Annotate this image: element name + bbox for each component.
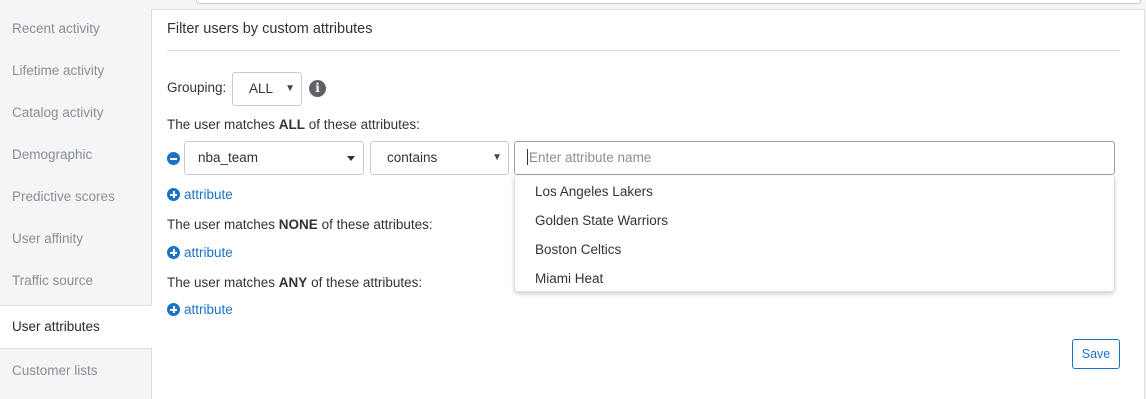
none-section-suffix: of these attributes: [317,217,433,232]
top-search-input-edge[interactable] [196,0,1141,4]
remove-condition-icon[interactable] [167,152,180,165]
sidebar-item-catalog-activity[interactable]: Catalog activity [0,92,152,134]
attribute-select[interactable]: nba_team [184,141,364,175]
sidebar-item-customer-lists[interactable]: Customer lists [0,350,152,392]
text-cursor [527,149,528,165]
sidebar-item-user-attributes[interactable]: User attributes [0,305,152,349]
caret-down-icon [347,156,355,161]
none-section-keyword: NONE [278,217,318,232]
info-icon[interactable]: i [309,80,326,97]
suggestion-item[interactable]: Boston Celtics [515,235,1114,264]
any-section-heading: The user matches ANY of these attributes… [167,275,422,290]
add-none-attribute-link[interactable]: attribute [167,245,233,260]
any-section-prefix: The user matches [167,275,279,290]
all-section-suffix: of these attributes: [305,117,420,132]
sidebar-item-predictive-scores[interactable]: Predictive scores [0,176,152,218]
add-attribute-label: attribute [184,187,233,202]
attribute-value-placeholder: Enter attribute name [529,150,652,165]
all-section-prefix: The user matches [167,117,279,132]
chevron-down-icon: ▼ [492,152,502,163]
plus-circle-icon [167,246,180,259]
panel-title: Filter users by custom attributes [167,21,373,37]
suggestion-item[interactable]: Miami Heat [515,264,1114,293]
suggestion-item[interactable]: Golden State Warriors [515,206,1114,235]
add-any-attribute-link[interactable]: attribute [167,302,233,317]
add-attribute-label: attribute [184,302,233,317]
save-button[interactable]: Save [1072,339,1120,369]
sidebar-item-traffic-source[interactable]: Traffic source [0,260,152,302]
sidebar-item-demographic[interactable]: Demographic [0,134,152,176]
none-section-prefix: The user matches [167,217,279,232]
plus-circle-icon [167,188,180,201]
any-section-keyword: ANY [278,275,308,290]
add-attribute-label: attribute [184,245,233,260]
add-all-attribute-link[interactable]: attribute [167,187,233,202]
sidebar: Recent activity Lifetime activity Catalo… [0,8,152,395]
operator-select-value: contains [387,150,438,165]
sidebar-item-lifetime-activity[interactable]: Lifetime activity [0,50,152,92]
grouping-select[interactable]: ALL ▼ [232,72,302,106]
none-section-heading: The user matches NONE of these attribute… [167,217,433,232]
divider [167,50,1120,51]
sidebar-item-recent-activity[interactable]: Recent activity [0,8,152,50]
plus-circle-icon [167,303,180,316]
chevron-down-icon: ▼ [285,83,295,94]
attribute-select-value: nba_team [198,150,259,165]
all-section-heading: The user matches ALL of these attributes… [167,117,420,132]
any-section-suffix: of these attributes: [307,275,423,290]
grouping-select-value: ALL [249,81,274,96]
all-section-keyword: ALL [278,117,306,132]
suggestion-item[interactable]: Los Angeles Lakers [515,177,1114,206]
sidebar-item-user-affinity[interactable]: User affinity [0,218,152,260]
grouping-label: Grouping: [167,80,227,95]
attribute-value-input[interactable]: Enter attribute name [514,141,1115,175]
filter-panel: Filter users by custom attributes Groupi… [151,9,1145,399]
suggestion-dropdown: Los Angeles Lakers Golden State Warriors… [514,176,1115,292]
operator-select[interactable]: contains ▼ [370,141,509,175]
